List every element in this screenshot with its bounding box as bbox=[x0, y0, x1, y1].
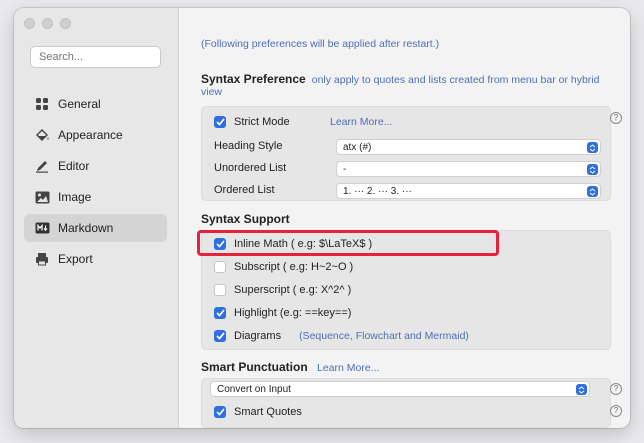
smart-punctuation-panel: Convert on Input Smart Quotes bbox=[201, 378, 611, 428]
highlight-label: Highlight (e.g: ==key==) bbox=[234, 307, 352, 319]
general-icon bbox=[34, 96, 50, 112]
sidebar-item-appearance[interactable]: Appearance bbox=[24, 121, 167, 149]
sidebar: General Appearance Editor Image bbox=[14, 8, 179, 428]
sidebar-item-label: Image bbox=[58, 190, 92, 204]
diagrams-note: (Sequence, Flowchart and Mermaid) bbox=[299, 330, 469, 342]
section-subtitle-cont: view bbox=[201, 86, 223, 98]
markdown-icon bbox=[34, 220, 50, 236]
sidebar-item-editor[interactable]: Editor bbox=[24, 152, 167, 180]
sidebar-item-label: Appearance bbox=[58, 128, 123, 142]
export-icon bbox=[34, 251, 50, 267]
sidebar-item-label: Markdown bbox=[58, 221, 114, 235]
close-window-button[interactable] bbox=[24, 18, 35, 29]
sidebar-item-label: Export bbox=[58, 252, 93, 266]
superscript-checkbox[interactable] bbox=[214, 284, 226, 296]
minimize-window-button[interactable] bbox=[42, 18, 53, 29]
diagrams-label: Diagrams bbox=[234, 330, 282, 342]
chevron-updown-icon bbox=[587, 142, 598, 153]
diagrams-checkbox[interactable] bbox=[214, 330, 226, 342]
preferences-window: General Appearance Editor Image bbox=[14, 8, 630, 428]
smart-quotes-label: Smart Quotes bbox=[234, 406, 302, 418]
smart-quotes-row: Smart Quotes bbox=[214, 403, 302, 421]
superscript-row: Superscript ( e.g: X^2^ ) bbox=[214, 281, 351, 299]
subscript-label: Subscript ( e.g: H~2~O ) bbox=[234, 261, 354, 273]
appearance-icon bbox=[34, 127, 50, 143]
sidebar-item-export[interactable]: Export bbox=[24, 245, 167, 273]
syntax-support-heading: Syntax Support bbox=[201, 212, 290, 226]
sidebar-item-general[interactable]: General bbox=[24, 90, 167, 118]
syntax-preference-panel: Strict Mode Learn More... Heading Style … bbox=[201, 106, 611, 201]
highlight-row: Highlight (e.g: ==key==) bbox=[214, 304, 351, 322]
highlight-checkbox[interactable] bbox=[214, 307, 226, 319]
section-subtitle: only apply to quotes and lists created f… bbox=[311, 74, 600, 86]
smart-punctuation-heading: Smart Punctuation Learn More... bbox=[201, 360, 379, 374]
help-icon[interactable]: ? bbox=[610, 383, 622, 395]
syntax-preference-heading: Syntax Preference only apply to quotes an… bbox=[201, 72, 599, 86]
section-title: Smart Punctuation bbox=[201, 360, 308, 374]
sidebar-item-markdown[interactable]: Markdown bbox=[24, 214, 167, 242]
markdown-settings-pane: (Following preferences will be applied a… bbox=[179, 8, 630, 428]
smart-punctuation-learn-more-link[interactable]: Learn More... bbox=[317, 362, 379, 374]
heading-style-select[interactable]: atx (#) bbox=[336, 139, 601, 155]
diagrams-row: Diagrams (Sequence, Flowchart and Mermai… bbox=[214, 327, 469, 345]
ordered-list-label: Ordered List bbox=[214, 184, 275, 196]
smart-punctuation-select[interactable]: Convert on Input bbox=[210, 381, 590, 397]
select-value: 1. ··· 2. ··· 3. ··· bbox=[343, 185, 412, 197]
unordered-list-label: Unordered List bbox=[214, 162, 287, 174]
chevron-updown-icon bbox=[587, 164, 598, 175]
chevron-updown-icon bbox=[576, 384, 587, 395]
strict-mode-label: Strict Mode bbox=[234, 116, 290, 128]
select-value: - bbox=[343, 163, 347, 175]
ordered-list-select[interactable]: 1. ··· 2. ··· 3. ··· bbox=[336, 183, 601, 199]
sidebar-item-label: Editor bbox=[58, 159, 90, 173]
search-input[interactable] bbox=[30, 46, 161, 68]
help-icon[interactable]: ? bbox=[610, 112, 622, 124]
strict-mode-checkbox[interactable] bbox=[214, 116, 226, 128]
sidebar-item-image[interactable]: Image bbox=[24, 183, 167, 211]
select-value: Convert on Input bbox=[217, 383, 291, 395]
sidebar-nav: General Appearance Editor Image Markdown… bbox=[24, 90, 167, 276]
smart-quotes-checkbox[interactable] bbox=[214, 406, 226, 418]
sidebar-item-label: General bbox=[58, 97, 101, 111]
subscript-checkbox[interactable] bbox=[214, 261, 226, 273]
heading-style-label: Heading Style bbox=[214, 140, 283, 152]
help-icon[interactable]: ? bbox=[610, 405, 622, 417]
annotation-highlight-box bbox=[197, 230, 499, 256]
unordered-list-select[interactable]: - bbox=[336, 161, 601, 177]
window-controls bbox=[24, 18, 71, 29]
strict-mode-row: Strict Mode bbox=[214, 113, 290, 131]
restart-note: (Following preferences will be applied a… bbox=[201, 38, 440, 50]
chevron-updown-icon bbox=[587, 186, 598, 197]
editor-icon bbox=[34, 158, 50, 174]
select-value: atx (#) bbox=[343, 141, 372, 153]
learn-more-link[interactable]: Learn More... bbox=[330, 116, 392, 128]
subscript-row: Subscript ( e.g: H~2~O ) bbox=[214, 258, 353, 276]
section-title: Syntax Preference bbox=[201, 72, 306, 86]
image-icon bbox=[34, 189, 50, 205]
superscript-label: Superscript ( e.g: X^2^ ) bbox=[234, 284, 352, 296]
zoom-window-button[interactable] bbox=[60, 18, 71, 29]
